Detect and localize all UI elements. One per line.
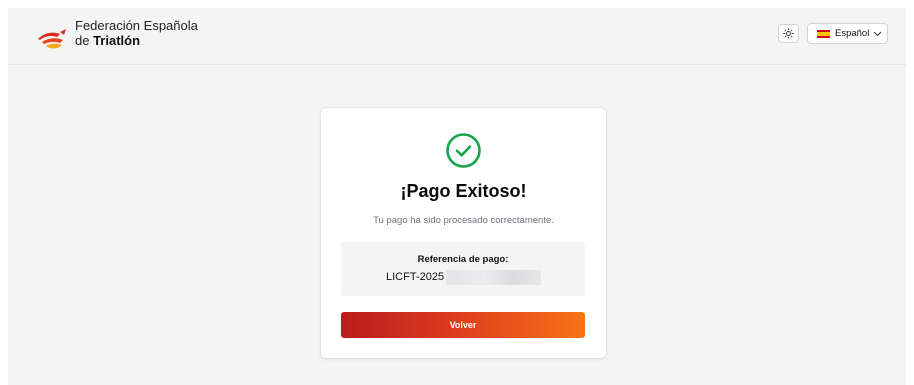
language-selector[interactable]: Español xyxy=(807,23,888,44)
reference-prefix: LICFT-2025 xyxy=(386,271,445,283)
brand-line2: de Triatlón xyxy=(75,33,198,48)
page-title: ¡Pago Exitoso! xyxy=(400,181,527,201)
brand-name: Federación Española de Triatlón xyxy=(75,18,198,48)
payment-success-card: ¡Pago Exitoso! Tu pago ha sido procesado… xyxy=(321,108,606,358)
language-label: Español xyxy=(835,28,870,39)
brand-line2-prefix: de xyxy=(75,33,94,48)
fetri-logo xyxy=(38,29,66,49)
header: Federación Española de Triatlón Español xyxy=(8,8,906,65)
sun-icon xyxy=(783,28,794,39)
payment-reference-box: Referencia de pago: LICFT-2025 xyxy=(341,242,585,296)
chevron-down-icon xyxy=(873,31,882,36)
spain-flag-icon xyxy=(817,29,830,38)
reference-value: LICFT-2025 xyxy=(386,269,542,285)
back-button[interactable]: Volver xyxy=(341,312,585,338)
brand-line2-bold: Triatlón xyxy=(93,33,141,48)
app-frame: Federación Española de Triatlón Español xyxy=(8,8,906,385)
brand-line1: Federación Española xyxy=(75,18,198,33)
theme-toggle-button[interactable] xyxy=(778,24,799,43)
check-circle-icon xyxy=(446,133,481,168)
redacted-reference xyxy=(446,269,542,285)
brand[interactable]: Federación Española de Triatlón xyxy=(36,18,198,53)
success-message: Tu pago ha sido procesado correctamente. xyxy=(373,215,554,226)
reference-label: Referencia de pago: xyxy=(417,254,509,265)
